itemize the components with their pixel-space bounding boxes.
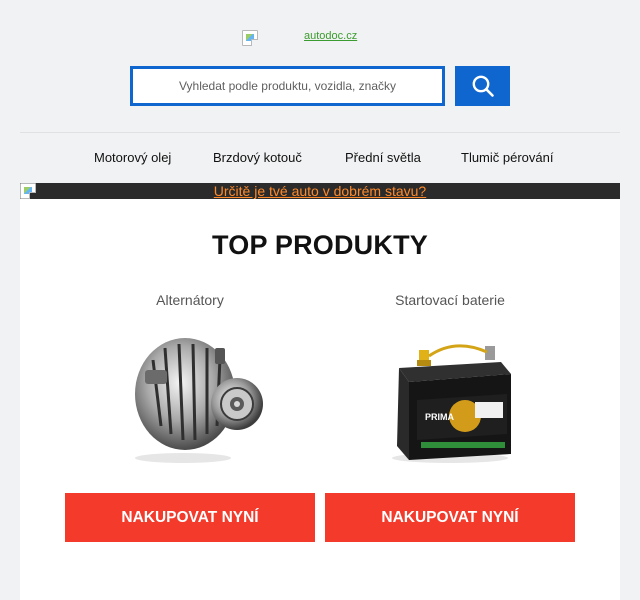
category-nav: Motorový olej Brzdový kotouč Přední svět… [0,150,640,166]
logo-link[interactable]: autodoc.cz [242,30,357,46]
product-category-label: Alternátory [156,292,224,308]
nav-item-motor-oil[interactable]: Motorový olej [94,150,171,165]
broken-image-icon [242,30,258,46]
search-button[interactable] [455,66,510,106]
search-placeholder: Vyhledat podle produktu, vozidla, značky [178,79,397,93]
nav-item-headlights[interactable]: Přední světla [345,150,421,165]
promo-banner[interactable]: Určitě je tvé auto v dobrém stavu? [20,183,620,199]
nav-item-brake-disc[interactable]: Brzdový kotouč [213,150,302,165]
alternator-image[interactable] [65,330,315,465]
shop-now-button[interactable]: NAKUPOVAT NYNÍ [65,493,315,542]
header-divider [20,132,620,133]
search-input[interactable]: Vyhledat podle produktu, vozidla, značky [130,66,445,106]
search-icon [472,75,494,97]
logo-alt-text[interactable]: autodoc.cz [304,30,357,42]
product-category-label: Startovací baterie [395,292,505,308]
car-battery-image[interactable]: PRIMA [325,330,575,465]
svg-text:PRIMA: PRIMA [425,412,455,422]
nav-item-shock-absorber[interactable]: Tlumič pérování [461,150,553,165]
section-title: TOP PRODUKTY [212,230,428,260]
shop-now-button[interactable]: NAKUPOVAT NYNÍ [325,493,575,542]
banner-link[interactable]: Určitě je tvé auto v dobrém stavu? [20,183,620,199]
